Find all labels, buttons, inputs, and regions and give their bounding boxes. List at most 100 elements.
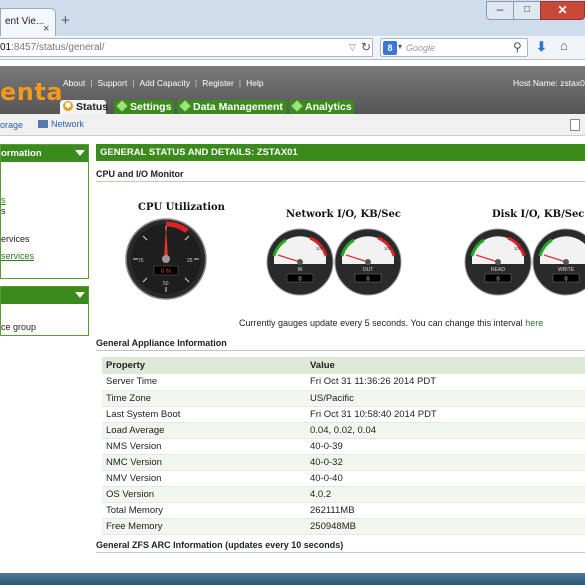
table-row: Server Time Fri Oct 31 11:36:26 2014 PDT	[102, 374, 585, 391]
cpu-io-title: CPU and I/O Monitor	[96, 169, 184, 179]
register-link[interactable]: Register	[202, 78, 234, 88]
cpu-value: 0 %	[161, 269, 172, 275]
property-cell: NMV Version	[102, 470, 306, 487]
close-window-button[interactable]: ✕	[540, 1, 585, 20]
url-path: :8457/status/general/	[11, 42, 105, 53]
maximize-button[interactable]: □	[513, 1, 541, 20]
browser-tabstrip: ent Vie... × + – □ ✕	[0, 0, 585, 36]
sidebar-link-services[interactable]: services	[1, 251, 34, 261]
gauge-interval-link[interactable]: here	[525, 318, 543, 328]
help-link[interactable]: Help	[246, 78, 263, 88]
sidebar-panel-groups: ce group	[0, 286, 89, 336]
chevron-down-icon[interactable]: ▾	[398, 42, 402, 51]
value-cell: 40-0-40	[306, 470, 585, 487]
os-taskbar	[0, 573, 585, 585]
disk-gauge-label: Disk I/O, KB/Sec	[492, 209, 585, 220]
value-cell: 40-0-39	[306, 438, 585, 455]
gauge-max-label: 100	[384, 246, 392, 251]
net-in-label: IN	[298, 267, 303, 273]
chevron-down-icon[interactable]: ▽	[349, 42, 356, 53]
divider	[96, 552, 585, 553]
tab-settings[interactable]: Settings	[114, 100, 174, 115]
value-cell: Fri Oct 31 10:58:40 2014 PDT	[306, 406, 585, 423]
sidebar-item[interactable]: ce group	[1, 322, 36, 332]
support-link[interactable]: Support	[97, 78, 127, 88]
network-gauge-label: Network I/O, KB/Sec	[286, 209, 401, 220]
print-icon[interactable]	[570, 119, 580, 131]
storage-link[interactable]: orage	[0, 120, 23, 130]
divider: |	[238, 78, 242, 88]
section-title: GENERAL STATUS AND DETAILS: ZSTAX01	[96, 144, 585, 161]
value-cell: 4.0.2	[306, 486, 585, 503]
reload-icon[interactable]: ↻	[361, 40, 371, 54]
sidebar-panel-information: ormation s s ervices services	[0, 144, 89, 279]
divider	[96, 181, 585, 182]
value-cell: 0.04, 0.02, 0.04	[306, 422, 585, 439]
divider: |	[90, 78, 93, 88]
google-icon[interactable]: 8	[383, 41, 397, 55]
network-link[interactable]: Network	[38, 119, 84, 129]
disk-read-label: READ	[491, 267, 505, 273]
new-tab-icon[interactable]: +	[61, 13, 70, 28]
sidebar-item[interactable]: ervices	[1, 234, 30, 244]
diamond-icon	[291, 100, 303, 112]
sidebar-panel-header[interactable]	[1, 287, 88, 304]
close-tab-icon[interactable]: ×	[43, 23, 49, 35]
arc-info-title: General ZFS ARC Information (updates eve…	[96, 540, 344, 550]
property-cell: NMC Version	[102, 454, 306, 471]
cpu-tick-label: 75	[138, 258, 144, 264]
table-row: Load Average 0.04, 0.02, 0.04	[102, 422, 585, 439]
appliance-info-title: General Appliance Information	[96, 338, 227, 348]
add-capacity-link[interactable]: Add Capacity	[139, 78, 190, 88]
gauge-max-label: 100	[316, 246, 324, 251]
gauge-max-label: 100	[514, 246, 522, 251]
cpu-gauge: 25 75 50 0 %	[125, 218, 207, 300]
sidebar-panel-header[interactable]: ormation	[1, 145, 88, 162]
value-cell: Fri Oct 31 11:36:26 2014 PDT	[306, 374, 585, 391]
search-placeholder: Google	[406, 43, 436, 53]
divider	[96, 350, 585, 351]
tab-analytics[interactable]: Analytics	[289, 100, 354, 115]
property-cell: Total Memory	[102, 502, 306, 519]
network-out-gauge: 100 OUT 0	[334, 228, 402, 296]
value-cell: 262111MB	[306, 502, 585, 519]
cpu-gauge-label: CPU Utilization	[138, 202, 225, 213]
value-cell: 250948MB	[306, 518, 585, 535]
disk-read-gauge: 100 READ 0	[464, 228, 532, 296]
collapse-icon[interactable]	[75, 150, 85, 156]
value-cell: 40-0-32	[306, 454, 585, 471]
url-host: 01	[0, 42, 12, 53]
table-row: Time Zone US/Pacific	[102, 390, 585, 407]
download-icon[interactable]: ⬇	[536, 39, 547, 55]
top-links: About | Support | Add Capacity | Register | Help	[63, 78, 264, 88]
address-bar[interactable]: 01:8457/status/general/ ▽ ↻	[0, 38, 373, 57]
property-cell: OS Version	[102, 486, 306, 503]
app-logo: enta	[0, 78, 64, 106]
diamond-icon	[116, 100, 128, 112]
sidebar-link[interactable]: s	[1, 195, 6, 205]
sidebar-item[interactable]: s	[1, 206, 6, 216]
net-in-value: 0	[298, 277, 301, 283]
browser-tab[interactable]: ent Vie... ×	[0, 8, 56, 36]
sub-nav: orage Network	[0, 114, 585, 136]
property-cell: NMS Version	[102, 438, 306, 455]
tab-status-label: Status	[76, 101, 109, 113]
column-header-value: Value	[306, 357, 585, 374]
about-link[interactable]: About	[63, 78, 85, 88]
sidebar-panel-title: ormation	[1, 148, 42, 159]
home-icon[interactable]: ⌂	[560, 38, 568, 53]
table-row: Free Memory 250948MB	[102, 518, 585, 535]
collapse-icon[interactable]	[75, 292, 85, 298]
column-header-property: Property	[102, 357, 306, 374]
tab-data-management-label: Data Management	[193, 101, 283, 113]
table-row: OS Version 4.0.2	[102, 486, 585, 503]
tab-data-management[interactable]: Data Management	[177, 100, 287, 115]
property-cell: Last System Boot	[102, 406, 306, 423]
search-input[interactable]: 8 ▾ Google ⚲	[380, 38, 528, 57]
table-row: NMV Version 40-0-40	[102, 470, 585, 487]
table-header-row: Property Value	[102, 357, 585, 374]
search-icon[interactable]: ⚲	[513, 40, 522, 54]
table-row: NMC Version 40-0-32	[102, 454, 585, 471]
minimize-button[interactable]: –	[486, 1, 514, 20]
tab-status[interactable]: ✱ Status	[60, 100, 109, 115]
